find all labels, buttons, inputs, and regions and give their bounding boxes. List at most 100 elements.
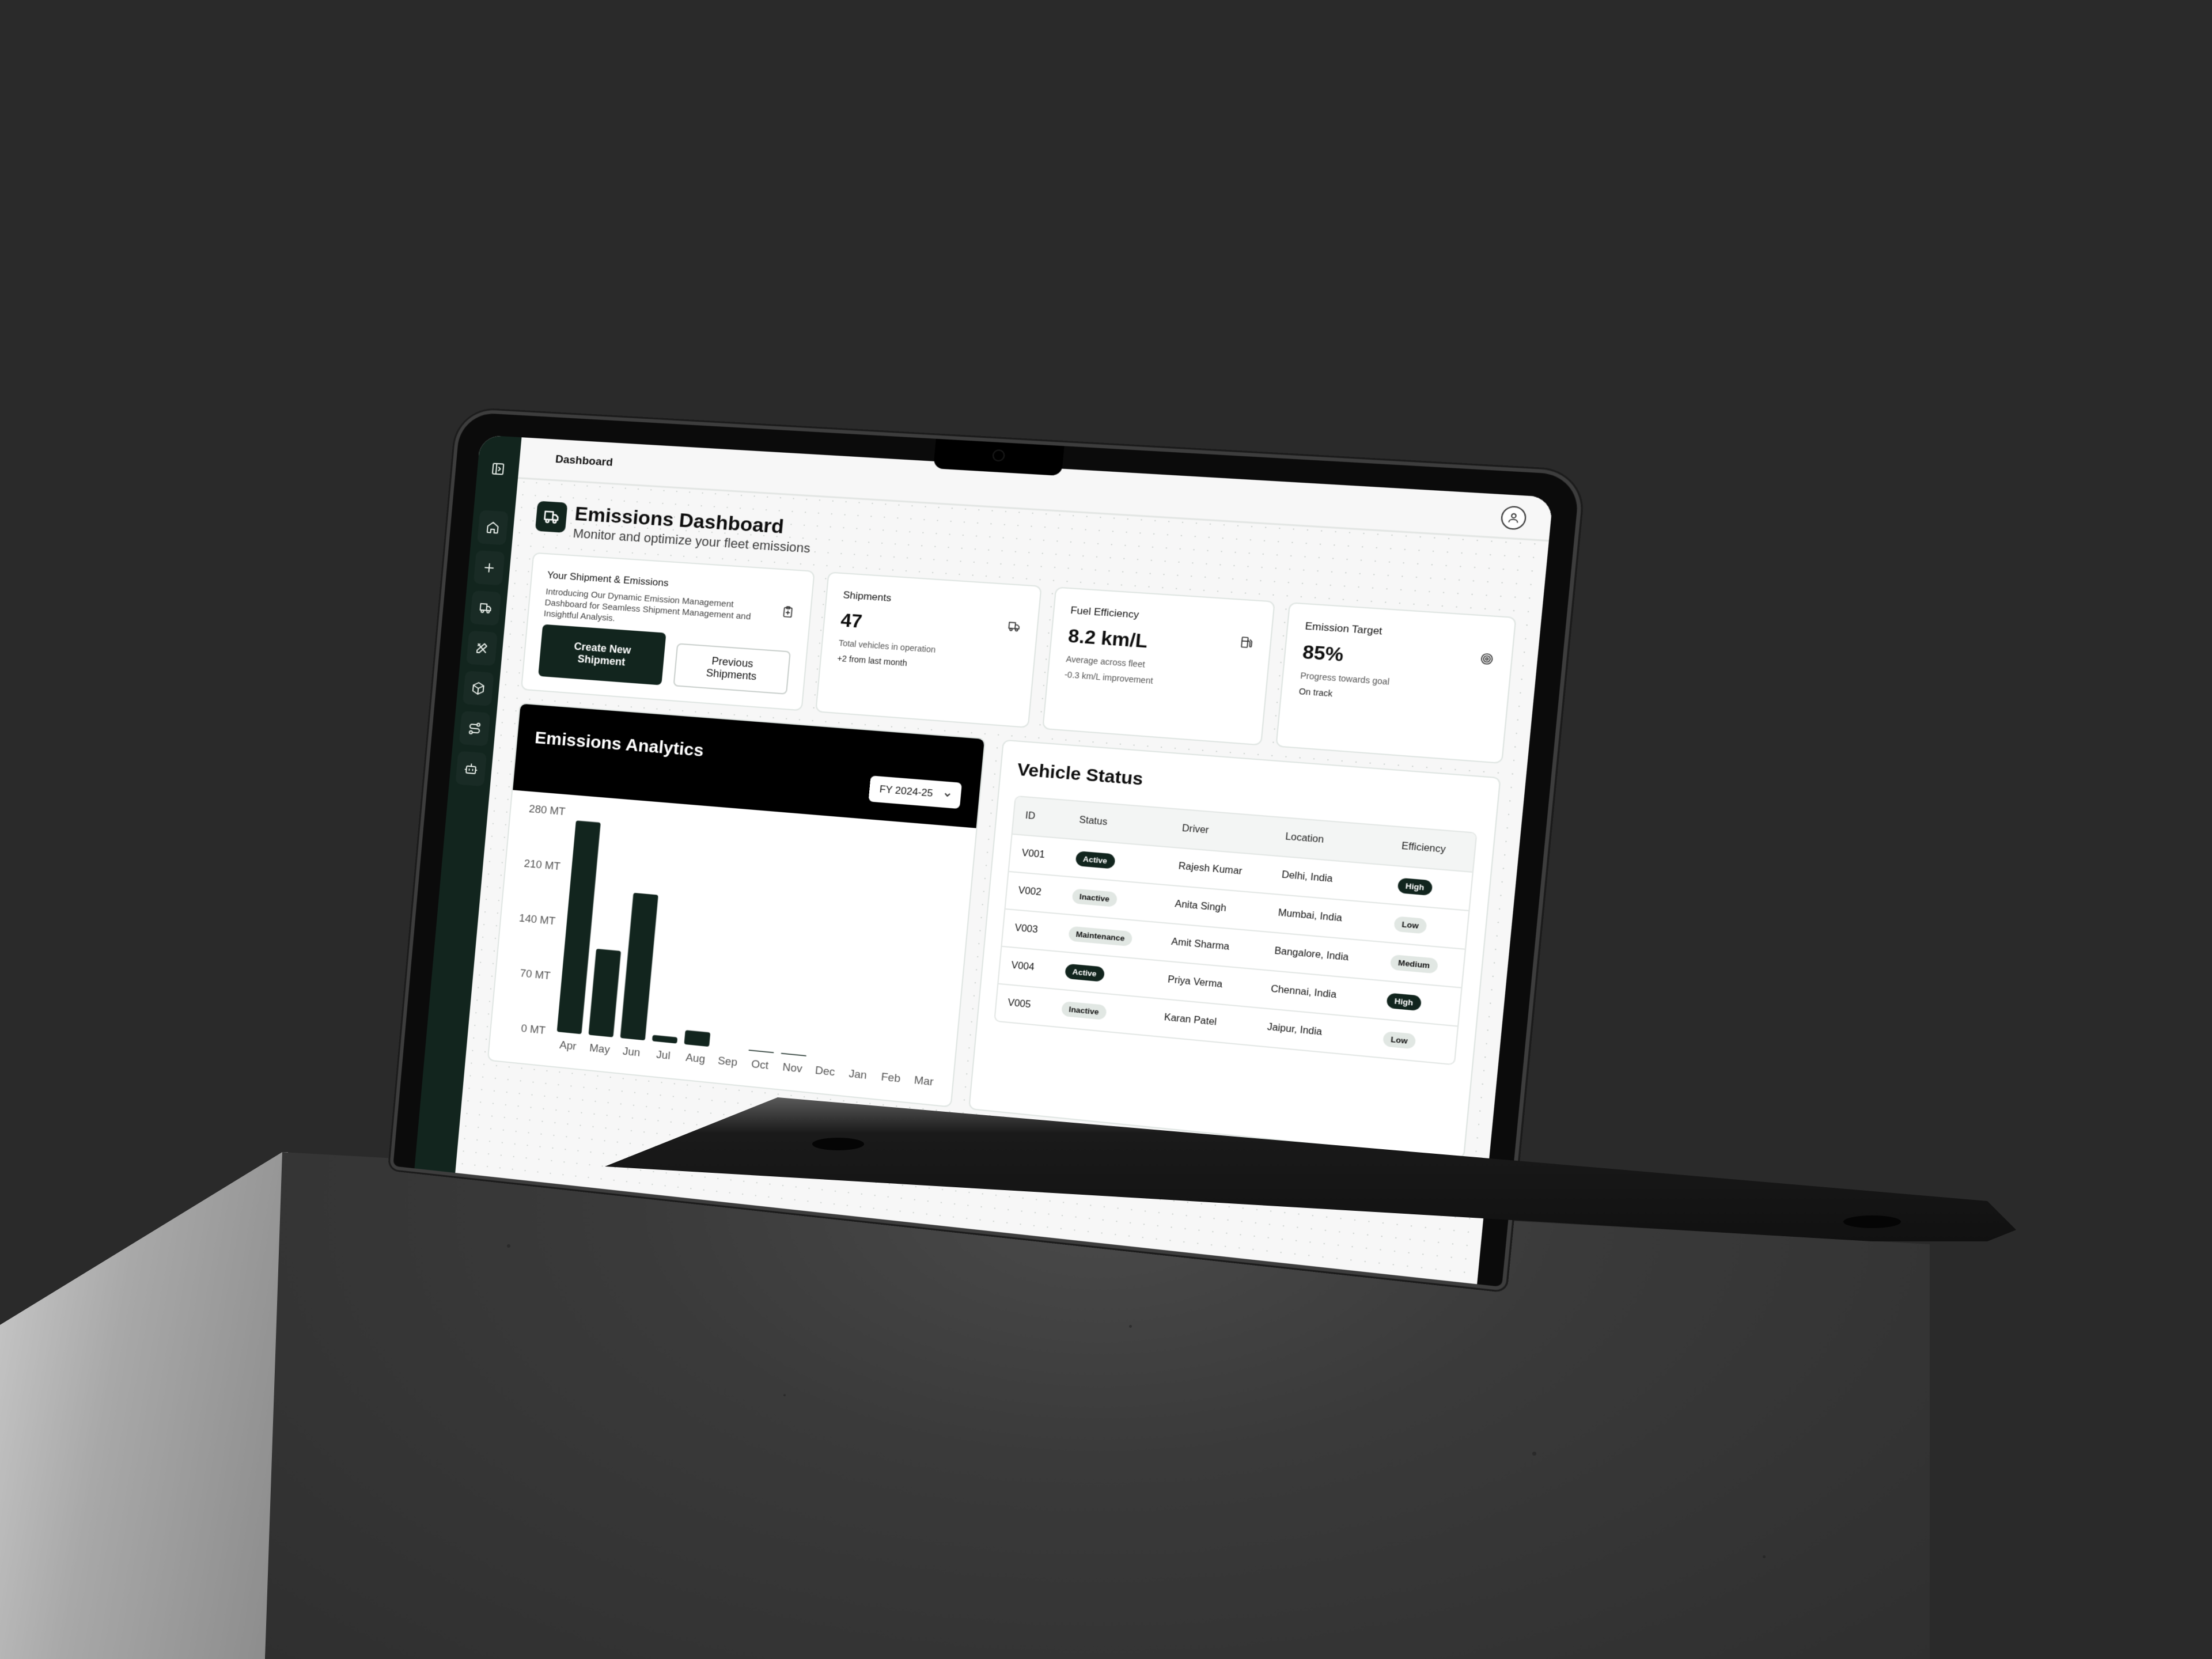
sidebar-item-tools[interactable] bbox=[466, 631, 498, 666]
efficiency-badge: Low bbox=[1382, 1031, 1416, 1050]
status-badge: Inactive bbox=[1071, 888, 1118, 907]
bar-may[interactable] bbox=[588, 948, 622, 1037]
previous-shipments-button[interactable]: Previous Shipments bbox=[673, 643, 791, 695]
bar-mar[interactable] bbox=[912, 1066, 938, 1069]
y-tick-label: 280 MT bbox=[528, 802, 566, 817]
sidebar-toggle-button[interactable] bbox=[482, 452, 514, 487]
x-tick-label: Feb bbox=[881, 1070, 902, 1084]
plus-icon bbox=[482, 560, 497, 575]
concrete-block-side bbox=[0, 1152, 288, 1659]
vehicle-status-table: ID Status Driver Location Efficiency V00… bbox=[995, 796, 1476, 1064]
sidebar-item-assistant[interactable] bbox=[455, 751, 487, 787]
vehicle-id-cell: V002 bbox=[1005, 871, 1063, 914]
driver-name: Priya Verma bbox=[1167, 975, 1223, 990]
bar-dec[interactable] bbox=[813, 1056, 839, 1059]
home-icon bbox=[485, 520, 500, 535]
efficiency-badge-cell: Low bbox=[1369, 1018, 1457, 1064]
sidebar-item-routes[interactable] bbox=[459, 711, 491, 747]
efficiency-badge-cell: Low bbox=[1380, 903, 1469, 949]
x-tick-label: Mar bbox=[914, 1073, 934, 1088]
x-tick-label: Oct bbox=[751, 1057, 770, 1071]
bar-aug[interactable] bbox=[684, 1029, 711, 1047]
driver-name: Amit Sharma bbox=[1171, 937, 1230, 953]
vehicle-id: V002 bbox=[1017, 885, 1042, 898]
y-tick-label: 140 MT bbox=[518, 911, 556, 927]
route-icon bbox=[468, 721, 482, 734]
status-badge: Active bbox=[1064, 963, 1105, 982]
welcome-card: Your Shipment & Emissions Introducing Ou… bbox=[520, 552, 816, 711]
create-new-shipment-button[interactable]: Create New Shipment bbox=[538, 624, 666, 685]
column-header-efficiency[interactable]: Efficiency bbox=[1388, 826, 1476, 872]
status-badge: Active bbox=[1075, 850, 1116, 869]
location: Mumbai, India bbox=[1277, 908, 1343, 924]
sidebar-item-add[interactable] bbox=[474, 550, 505, 585]
y-tick-label: 210 MT bbox=[524, 857, 561, 872]
bar-jun[interactable] bbox=[620, 892, 658, 1040]
truck-icon bbox=[478, 601, 493, 616]
vehicle-id-cell: V005 bbox=[995, 983, 1052, 1026]
stat-value: 8.2 km/L bbox=[1067, 625, 1149, 653]
y-tick-label: 0 MT bbox=[521, 1021, 546, 1036]
status-badge: Maintenance bbox=[1067, 926, 1133, 946]
breadcrumb[interactable]: Dashboard bbox=[555, 453, 613, 469]
content: Emissions Dashboard Monitor and optimize… bbox=[465, 479, 1549, 1161]
bot-icon bbox=[464, 763, 479, 777]
bar-jul[interactable] bbox=[652, 1035, 678, 1044]
status-badge: Inactive bbox=[1060, 1001, 1107, 1020]
vehicle-id-cell: V003 bbox=[1002, 908, 1059, 951]
sidebar-item-packages[interactable] bbox=[463, 671, 494, 706]
vehicle-status-panel: Vehicle Status ID Status Driver Location bbox=[968, 739, 1501, 1160]
x-tick-label: Apr bbox=[559, 1038, 577, 1052]
panel-left-icon bbox=[491, 461, 506, 476]
bar-oct[interactable] bbox=[748, 1049, 774, 1053]
sidebar-item-shipments[interactable] bbox=[470, 590, 502, 626]
emissions-analytics-panel: Emissions Analytics FY 2024-25 0 MT 70 MT… bbox=[487, 702, 986, 1108]
user-icon bbox=[1506, 512, 1521, 525]
driver-name: Karan Patel bbox=[1164, 1012, 1217, 1028]
stat-card-emission-target: Emission Target 85% Progress towards goa… bbox=[1275, 602, 1517, 764]
stat-title: Emission Target bbox=[1304, 620, 1383, 638]
period-select-value: FY 2024-25 bbox=[878, 783, 934, 799]
bar-feb[interactable] bbox=[879, 1063, 905, 1066]
x-tick-label: Aug bbox=[685, 1051, 706, 1065]
truck-icon bbox=[542, 507, 561, 526]
user-avatar-button[interactable] bbox=[1500, 505, 1528, 531]
bar-jan[interactable] bbox=[846, 1060, 872, 1063]
location: Jaipur, India bbox=[1266, 1022, 1323, 1038]
efficiency-badge-cell: High bbox=[1384, 865, 1472, 911]
bar-nov[interactable] bbox=[781, 1052, 806, 1056]
column-header-id[interactable]: ID bbox=[1012, 796, 1070, 839]
stat-value: 47 bbox=[839, 609, 863, 632]
x-tick-label: May bbox=[589, 1041, 611, 1055]
page-icon bbox=[535, 501, 568, 533]
driver-name: Anita Singh bbox=[1174, 899, 1227, 914]
vehicle-id: V005 bbox=[1007, 998, 1032, 1010]
camera-icon bbox=[992, 449, 1006, 462]
stat-title: Fuel Efficiency bbox=[1070, 604, 1139, 621]
bar-sep[interactable] bbox=[716, 1047, 742, 1050]
x-tick-label: Jun bbox=[622, 1044, 641, 1058]
vehicle-id: V003 bbox=[1014, 923, 1039, 935]
efficiency-badge: High bbox=[1397, 877, 1433, 896]
driver-name: Rajesh Kumar bbox=[1177, 861, 1243, 877]
stat-card-fuel-efficiency: Fuel Efficiency 8.2 km/L Average across … bbox=[1042, 586, 1276, 746]
package-icon bbox=[471, 681, 486, 696]
efficiency-badge: High bbox=[1386, 992, 1422, 1011]
pencil-ruler-icon bbox=[475, 641, 490, 656]
x-tick-label: Sep bbox=[717, 1054, 738, 1068]
efficiency-badge: Medium bbox=[1389, 954, 1439, 974]
vehicle-id: V004 bbox=[1010, 960, 1035, 973]
location: Bangalore, India bbox=[1274, 946, 1349, 963]
x-tick-label: Nov bbox=[782, 1060, 804, 1074]
sidebar-item-home[interactable] bbox=[477, 510, 509, 545]
period-select[interactable]: FY 2024-25 bbox=[869, 775, 963, 809]
chevron-down-icon bbox=[944, 791, 952, 798]
stat-value: 85% bbox=[1301, 641, 1345, 666]
laptop-foot bbox=[812, 1138, 864, 1150]
analytics-title: Emissions Analytics bbox=[534, 728, 704, 760]
vehicle-id-cell: V001 bbox=[1009, 834, 1067, 876]
x-tick-label: Dec bbox=[815, 1063, 835, 1078]
vehicle-id-cell: V004 bbox=[998, 946, 1056, 988]
y-tick-label: 70 MT bbox=[520, 967, 551, 982]
clipboard-plus-icon bbox=[781, 605, 796, 619]
